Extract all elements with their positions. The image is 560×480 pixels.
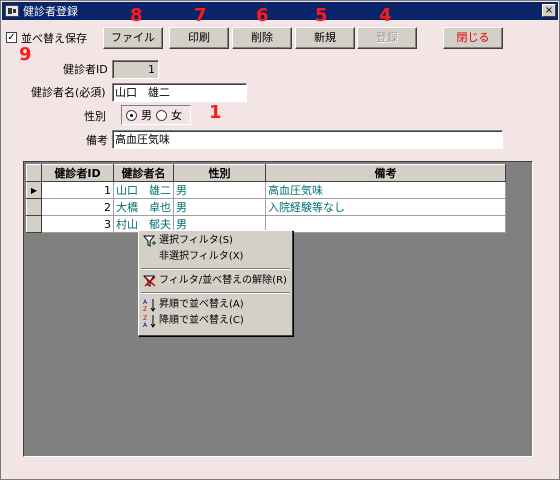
menu-separator: [141, 292, 290, 294]
close-form-button[interactable]: 閉じる: [443, 27, 503, 49]
menu-separator: [141, 268, 290, 270]
menu-item-label: 降順で並べ替え(C): [159, 315, 244, 326]
patient-id-field[interactable]: 1: [112, 60, 159, 79]
table-row[interactable]: 2 大橋 卓也 男 入院経験等なし: [26, 198, 506, 216]
annotation-9: 9: [19, 44, 32, 65]
table-header-row: 健診者ID 健診者名 性別 備考: [26, 164, 506, 182]
note-label: 備考: [86, 134, 108, 147]
table-cell-gender[interactable]: 男: [173, 198, 266, 216]
row-selector-header[interactable]: [26, 164, 42, 182]
annotation-4: 4: [379, 5, 392, 26]
file-button[interactable]: ファイル: [103, 27, 163, 49]
delete-button[interactable]: 削除: [232, 27, 292, 49]
menu-item-remove-filter-sort[interactable]: フィルタ/並べ替えの解除(R): [139, 273, 292, 289]
sort-save-checkbox[interactable]: ✓: [6, 32, 17, 43]
note-field[interactable]: 高血圧気味: [112, 130, 503, 149]
form-icon: [5, 5, 19, 17]
menu-item-sort-ascending[interactable]: AZ 昇順で並べ替え(A): [139, 297, 292, 313]
main-window: 健診者登録 × ✓ 並べ替え保存 ファイル 印刷 削除 新規 登録 閉じる 8 …: [0, 0, 560, 480]
menu-item-label: 非選択フィルタ(X): [159, 251, 244, 262]
patient-id-label: 健診者ID: [63, 63, 108, 76]
row-selector[interactable]: [26, 198, 42, 216]
annotation-1: 1: [209, 102, 222, 123]
menu-item-filter-excluding-selection[interactable]: 非選択フィルタ(X): [139, 249, 292, 265]
table-cell-name[interactable]: 大橋 卓也: [113, 198, 174, 216]
print-button[interactable]: 印刷: [169, 27, 229, 49]
register-button[interactable]: 登録: [357, 27, 417, 49]
table-cell-id[interactable]: 2: [41, 198, 114, 216]
gender-male-label: 男: [141, 109, 152, 122]
sort-descending-icon: ZA: [143, 314, 157, 329]
menu-item-filter-by-selection[interactable]: 選択フィルタ(S): [139, 233, 292, 249]
title-bar[interactable]: 健診者登録 ×: [2, 2, 558, 20]
menu-item-label: 選択フィルタ(S): [159, 235, 233, 246]
table-cell-gender[interactable]: 男: [173, 181, 266, 199]
context-menu: 選択フィルタ(S) 非選択フィルタ(X) フィルタ/並べ替えの解除(R) AZ …: [138, 230, 293, 336]
annotation-5: 5: [315, 5, 328, 26]
patient-datasheet[interactable]: 健診者ID 健診者名 性別 備考 ▶ 1 山口 雄二 男 高血圧気味 2 大橋 …: [26, 164, 506, 233]
gender-male-radio[interactable]: [126, 109, 137, 121]
annotation-8: 8: [130, 5, 143, 26]
gender-female-radio[interactable]: [156, 109, 167, 121]
window-title: 健診者登録: [23, 5, 78, 18]
menu-item-label: 昇順で並べ替え(A): [159, 299, 244, 310]
gender-label: 性別: [84, 110, 106, 123]
svg-text:A: A: [143, 299, 148, 306]
gender-option-group[interactable]: 男 女: [121, 105, 191, 125]
filter-selection-icon: [142, 234, 157, 248]
sort-ascending-icon: AZ: [143, 298, 157, 313]
table-row[interactable]: ▶ 1 山口 雄二 男 高血圧気味: [26, 181, 506, 199]
patient-name-label: 健診者名(必須): [31, 86, 106, 99]
column-header-note[interactable]: 備考: [265, 164, 506, 182]
column-header-gender[interactable]: 性別: [173, 164, 266, 182]
svg-text:Z: Z: [143, 315, 147, 322]
annotation-6: 6: [256, 5, 269, 26]
menu-item-sort-descending[interactable]: ZA 降順で並べ替え(C): [139, 313, 292, 329]
table-cell-id[interactable]: 3: [41, 215, 114, 233]
table-cell-note[interactable]: [265, 215, 506, 233]
column-header-name[interactable]: 健診者名: [113, 164, 174, 182]
menu-item-label: フィルタ/並べ替えの解除(R): [159, 275, 287, 286]
svg-text:A: A: [143, 322, 148, 328]
gender-female-label: 女: [171, 109, 182, 122]
patient-name-field[interactable]: 山口 雄二: [112, 83, 247, 102]
new-button[interactable]: 新規: [295, 27, 355, 49]
table-cell-name[interactable]: 山口 雄二: [113, 181, 174, 199]
close-window-button[interactable]: ×: [542, 4, 556, 17]
table-cell-id[interactable]: 1: [41, 181, 114, 199]
row-selector[interactable]: [26, 215, 42, 233]
remove-filter-icon: [142, 274, 157, 288]
annotation-7: 7: [194, 5, 207, 26]
table-cell-note[interactable]: 高血圧気味: [265, 181, 506, 199]
current-record-indicator-icon[interactable]: ▶: [26, 181, 42, 199]
svg-text:Z: Z: [143, 306, 147, 312]
table-cell-note[interactable]: 入院経験等なし: [265, 198, 506, 216]
column-header-id[interactable]: 健診者ID: [41, 164, 114, 182]
